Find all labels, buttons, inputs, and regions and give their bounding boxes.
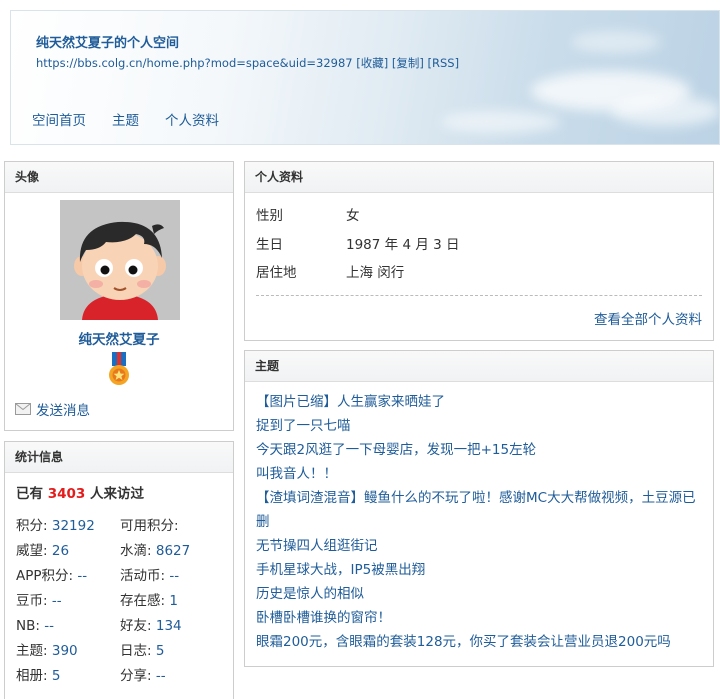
stat-value: 134 (155, 618, 182, 634)
stat-label: 积分: (16, 518, 48, 534)
stat-label: 日志: (120, 643, 152, 659)
profile-row-residence: 居住地 上海 闵行 (256, 259, 460, 288)
stat-label: 存在感: (120, 593, 166, 609)
topic-link[interactable]: 叫我音人！！ (256, 462, 706, 486)
topics-panel-heading: 主题 (245, 351, 713, 382)
profile-panel-heading: 个人资料 (245, 162, 713, 193)
username-link[interactable]: 纯天然艾夏子 (5, 328, 233, 348)
stat-label: 分享: (120, 668, 152, 684)
topic-link[interactable]: 历史是惊人的相似 (256, 582, 706, 606)
stat-item: 活动币: -- (120, 564, 231, 589)
stat-item: 存在感: 1 (120, 589, 231, 614)
copy-link[interactable]: [复制] (392, 56, 424, 70)
space-url-line: https://bbs.colg.cn/home.php?mod=space&u… (36, 55, 459, 71)
stat-label: 威望: (16, 543, 48, 559)
stat-item: 好友: 134 (120, 614, 231, 639)
stat-item: 主题: 390 (16, 639, 120, 664)
profile-value: 1987 年 4 月 3 日 (346, 236, 460, 253)
stats-panel: 统计信息 已有 3403 人来访过 积分: 32192 可用积分: 威望: 26 水… (4, 441, 234, 699)
stats-panel-heading: 统计信息 (5, 442, 233, 473)
profile-value: 上海 闵行 (346, 265, 405, 281)
stat-item: 日志: 5 (120, 639, 231, 664)
avatar-panel-heading: 头像 (5, 162, 233, 193)
stat-label: APP积分: (16, 568, 74, 584)
medal-icon[interactable] (108, 352, 130, 388)
stat-label: 水滴: (120, 543, 152, 559)
nav-topics[interactable]: 主题 (102, 109, 155, 133)
stat-item: 水滴: 8627 (120, 539, 231, 564)
stat-label: NB: (16, 618, 40, 634)
nav-profile[interactable]: 个人资料 (155, 109, 235, 133)
stat-value: -- (44, 618, 54, 634)
profile-key: 生日 (256, 236, 283, 253)
space-header: 纯天然艾夏子的个人空间 https://bbs.colg.cn/home.php… (10, 10, 720, 145)
profile-panel: 个人资料 性别 女 生日 1987 年 4 月 3 日 居住地 上海 闵行 查看… (244, 161, 714, 341)
visit-count-line: 已有 3403 人来访过 (16, 482, 144, 502)
visit-prefix: 已有 (16, 486, 43, 502)
stat-item: 分享: -- (120, 664, 231, 689)
topic-link[interactable]: 捉到了一只七喵 (256, 414, 706, 438)
topic-link[interactable]: 眼霜200元，含眼霜的套装128元，你买了套装会让营业员退200元吗 (256, 630, 706, 654)
avatar-panel: 头像 纯天然艾夏子 发送消息 (4, 161, 234, 431)
cloud-decoration (571, 31, 661, 53)
profile-rows: 性别 女 生日 1987 年 4 月 3 日 居住地 上海 闵行 (256, 202, 460, 288)
space-nav: 空间首页 主题 个人资料 (11, 109, 235, 133)
stat-item: 可用积分: (120, 514, 231, 539)
profile-key: 性别 (256, 208, 283, 224)
stat-label: 好友: (120, 618, 152, 634)
cloud-decoration (611, 96, 719, 126)
stat-item: 豆币: -- (16, 589, 120, 614)
send-message-label: 发送消息 (36, 403, 90, 419)
avatar[interactable] (60, 200, 180, 320)
envelope-icon (15, 403, 31, 415)
stat-value: 5 (51, 668, 61, 684)
stat-item: 威望: 26 (16, 539, 120, 564)
stat-value: -- (155, 668, 166, 684)
profile-value: 女 (346, 208, 360, 224)
topic-link[interactable]: 【渣填词渣混音】鳗鱼什么的不玩了啦！感谢MC大大帮做视频，土豆源已删 (256, 486, 706, 534)
stat-value: 390 (51, 643, 78, 659)
stat-item: APP积分: -- (16, 564, 120, 589)
stat-value: 8627 (155, 543, 191, 559)
stat-label: 主题: (16, 643, 48, 659)
favorite-link[interactable]: [收藏] (356, 56, 388, 70)
topic-link[interactable]: 今天跟2风逛了一下母婴店，发现一把+15左轮 (256, 438, 706, 462)
profile-key: 居住地 (256, 265, 297, 281)
stat-label: 豆币: (16, 593, 48, 609)
topic-link[interactable]: 卧槽卧槽谁换的窗帘！ (256, 606, 706, 630)
avatar-illustration (60, 200, 180, 320)
stat-item: 积分: 32192 (16, 514, 120, 539)
stat-value: 1 (169, 593, 178, 609)
stat-value: -- (169, 568, 180, 584)
profile-row-gender: 性别 女 (256, 202, 460, 231)
topic-list: 【图片已缩】人生赢家来晒娃了 捉到了一只七喵 今天跟2风逛了一下母婴店，发现一把+1… (256, 390, 706, 654)
stat-value: -- (77, 568, 88, 584)
stat-label: 相册: (16, 668, 48, 684)
divider (256, 295, 702, 296)
stat-value: 5 (155, 643, 165, 659)
view-all-profile-link[interactable]: 查看全部个人资料 (594, 308, 702, 328)
stat-label: 活动币: (120, 568, 166, 584)
profile-row-birthday: 生日 1987 年 4 月 3 日 (256, 231, 460, 260)
stat-label: 可用积分: (120, 518, 179, 534)
stat-item: 相册: 5 (16, 664, 120, 689)
topic-link[interactable]: 手机星球大战，IP5被黑出翔 (256, 558, 706, 582)
cloud-decoration (441, 111, 561, 133)
space-title[interactable]: 纯天然艾夏子的个人空间 (36, 32, 179, 51)
nav-space-home[interactable]: 空间首页 (11, 109, 102, 133)
stat-value: -- (51, 593, 62, 609)
stats-grid: 积分: 32192 可用积分: 威望: 26 水滴: 8627 APP积分: -- 活动… (16, 514, 231, 689)
stat-item: NB: -- (16, 614, 120, 639)
send-message-link[interactable]: 发送消息 (15, 399, 90, 419)
topic-link[interactable]: 无节操四人组逛街记 (256, 534, 706, 558)
stat-value: 32192 (51, 518, 95, 534)
rss-link[interactable]: [RSS] (428, 56, 460, 70)
visit-suffix: 人来访过 (89, 486, 144, 502)
topics-panel: 主题 【图片已缩】人生赢家来晒娃了 捉到了一只七喵 今天跟2风逛了一下母婴店，发现一… (244, 350, 714, 667)
topic-link[interactable]: 【图片已缩】人生赢家来晒娃了 (256, 390, 706, 414)
visit-count: 3403 (47, 486, 86, 502)
stat-value: 26 (51, 543, 70, 559)
space-url[interactable]: https://bbs.colg.cn/home.php?mod=space&u… (36, 56, 353, 70)
